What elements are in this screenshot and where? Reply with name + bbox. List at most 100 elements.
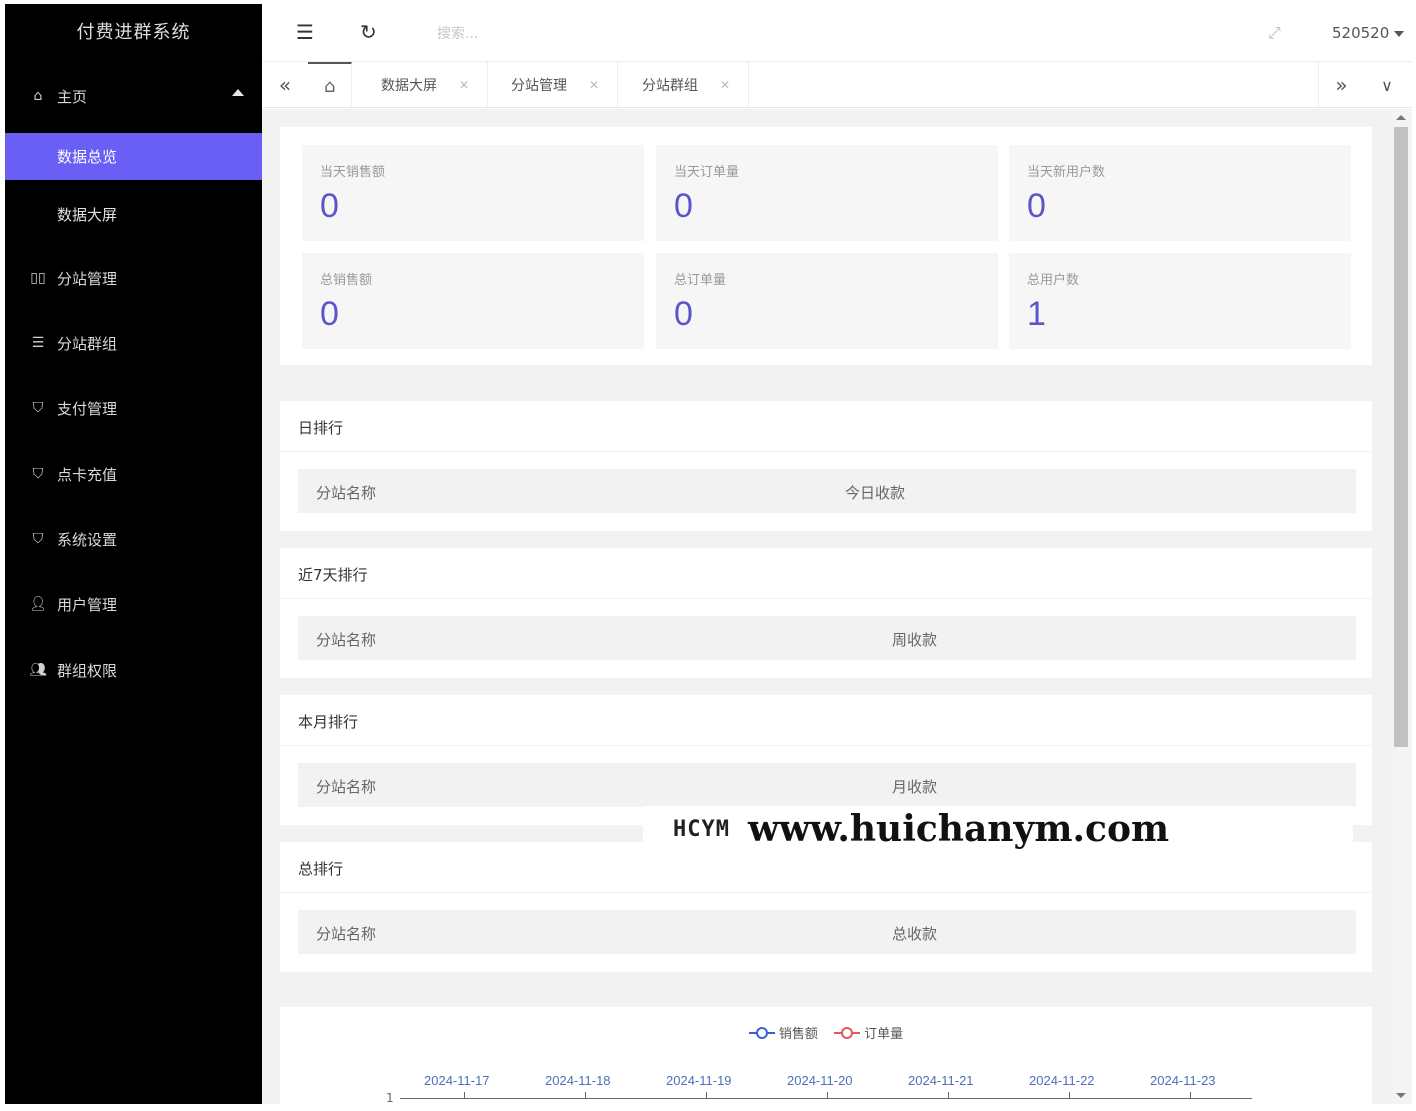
sidebar-item-label: 支付管理: [57, 399, 118, 418]
column-header: 今日收款: [845, 484, 906, 502]
sidebar-item-group-permissions[interactable]: 👥︎ 群组权限: [5, 646, 262, 694]
tab-substation-groups[interactable]: 分站群组 ✕: [624, 62, 750, 108]
table-header: 分站名称 周收款: [298, 616, 1356, 660]
sidebar-item-label: 用户管理: [57, 595, 118, 614]
sidebar-item-substation[interactable]: ▯▯ 分站管理: [5, 254, 262, 302]
dropdown-icon: [1394, 30, 1405, 37]
username: 520520: [1332, 24, 1390, 42]
tabs-more-icon[interactable]: ∨: [1364, 62, 1410, 108]
stat-label: 总订单量: [674, 273, 727, 288]
sidebar-item-label: 主页: [57, 87, 88, 106]
x-tick: [827, 1092, 828, 1098]
sidebar: 付费进群系统 ⌂ 主页 数据总览 数据大屏 ▯▯ 分站管理 ☰ 分站群组 ⛉ 支…: [5, 4, 262, 1104]
divider: [280, 745, 1372, 746]
table-header: 分站名称 总收款: [298, 910, 1356, 954]
tab-substation[interactable]: 分站管理 ✕: [493, 62, 619, 108]
column-header: 分站名称: [316, 778, 377, 796]
close-icon[interactable]: ✕: [720, 78, 730, 92]
stat-value: 1: [1027, 295, 1046, 333]
x-tick-label: 2024-11-17: [424, 1073, 490, 1088]
scroll-up-icon[interactable]: [1396, 115, 1406, 120]
sidebar-subitem-label: 数据总览: [57, 148, 118, 166]
x-tick-label: 2024-11-18: [545, 1073, 611, 1088]
stat-value: 0: [674, 187, 693, 225]
close-icon[interactable]: ✕: [459, 78, 469, 92]
stat-value: 0: [1027, 187, 1046, 225]
legend-label: 订单量: [864, 1027, 904, 1042]
stat-value: 0: [320, 295, 339, 333]
tab-bigscreen[interactable]: 数据大屏 ✕: [363, 62, 489, 108]
sidebar-item-card-recharge[interactable]: ⛉ 点卡充值: [5, 450, 262, 498]
x-tick: [585, 1092, 586, 1098]
x-tick: [1190, 1092, 1191, 1098]
scrollbar-thumb[interactable]: [1394, 127, 1408, 747]
shield-check-icon: ⛉: [32, 466, 44, 482]
fullscreen-icon[interactable]: ⤢: [1268, 23, 1281, 43]
sidebar-item-home[interactable]: ⌂ 主页: [5, 72, 262, 120]
column-header: 分站名称: [316, 484, 377, 502]
stat-label: 总销售额: [320, 273, 373, 288]
search-input[interactable]: [437, 23, 597, 45]
watermark-url: www.huichanym.com: [747, 808, 1170, 850]
sidebar-item-payment[interactable]: ⛉ 支付管理: [5, 384, 262, 432]
column-header: 分站名称: [316, 631, 377, 649]
sidebar-item-label: 点卡充值: [57, 465, 118, 484]
legend-item[interactable]: 订单量: [834, 1023, 903, 1042]
user-icon: 👤︎: [29, 596, 47, 612]
tabs-scroll-right-icon[interactable]: »: [1318, 62, 1364, 108]
stat-label: 当天订单量: [674, 165, 740, 180]
list-icon: ☰: [31, 335, 45, 351]
columns-icon: ▯▯: [30, 270, 46, 286]
ranking-title: 总排行: [298, 860, 344, 878]
sidebar-item-label: 群组权限: [57, 661, 118, 680]
tab-label: 分站群组: [642, 78, 698, 94]
ranking-title: 本月排行: [298, 713, 359, 731]
vertical-scrollbar[interactable]: [1392, 109, 1412, 1104]
table-header: 分站名称 月收款: [298, 763, 1356, 807]
column-header: 总收款: [892, 925, 938, 943]
sidebar-item-settings[interactable]: ⛉ 系统设置: [5, 515, 262, 563]
main-content: 当天销售额 0 当天订单量 0 当天新用户数 0 总销售额 0 总订单量 0 总…: [262, 109, 1392, 1104]
watermark-logo: HCYM: [673, 816, 730, 842]
sidebar-item-substation-groups[interactable]: ☰ 分站群组: [5, 319, 262, 367]
x-tick: [1069, 1092, 1070, 1098]
caret-up-icon: [232, 89, 244, 96]
ranking-title: 近7天排行: [298, 566, 368, 584]
sidebar-item-users[interactable]: 👤︎ 用户管理: [5, 580, 262, 628]
ranking-title: 日排行: [298, 419, 344, 437]
x-tick-label: 2024-11-19: [666, 1073, 732, 1088]
sidebar-subitem-bigscreen[interactable]: 数据大屏: [5, 191, 262, 238]
shield-check-icon: ⛉: [32, 531, 44, 547]
stats-panel: 当天销售额 0 当天订单量 0 当天新用户数 0 总销售额 0 总订单量 0 总…: [280, 127, 1372, 365]
stat-card: 当天新用户数 0: [1009, 145, 1351, 241]
refresh-icon[interactable]: ↻: [360, 20, 377, 44]
tab-home[interactable]: ⌂: [308, 62, 353, 108]
column-header: 分站名称: [316, 925, 377, 943]
sidebar-subitem-overview[interactable]: 数据总览: [5, 133, 262, 180]
home-icon: ⌂: [33, 88, 43, 104]
x-tick-label: 2024-11-23: [1150, 1073, 1216, 1088]
legend-item[interactable]: 销售额: [748, 1023, 818, 1042]
sidebar-item-label: 系统设置: [57, 530, 118, 549]
stat-label: 当天新用户数: [1027, 165, 1106, 180]
stat-value: 0: [320, 187, 339, 225]
y-tick-label: 1: [386, 1091, 394, 1104]
tabs-scroll-left-icon[interactable]: «: [262, 62, 308, 108]
shield-check-icon: ⛉: [32, 400, 44, 416]
legend-marker-icon: [748, 1026, 775, 1039]
x-tick: [706, 1092, 707, 1098]
stat-card: 总订单量 0: [656, 253, 998, 349]
column-header: 周收款: [892, 631, 938, 649]
divider: [280, 451, 1372, 452]
menu-toggle-icon[interactable]: ☰: [296, 20, 314, 44]
home-icon: ⌂: [324, 75, 336, 97]
x-tick-label: 2024-11-20: [787, 1073, 853, 1088]
ranking-daily: 日排行 分站名称 今日收款: [280, 401, 1372, 531]
users-icon: 👥︎: [29, 662, 47, 678]
x-tick: [464, 1092, 465, 1098]
user-menu[interactable]: 520520: [1332, 24, 1405, 42]
scroll-down-icon[interactable]: [1396, 1093, 1406, 1098]
top-header: ☰ ↻ ⤢ 520520: [262, 4, 1412, 62]
tab-label: 分站管理: [511, 78, 567, 94]
close-icon[interactable]: ✕: [589, 78, 599, 92]
